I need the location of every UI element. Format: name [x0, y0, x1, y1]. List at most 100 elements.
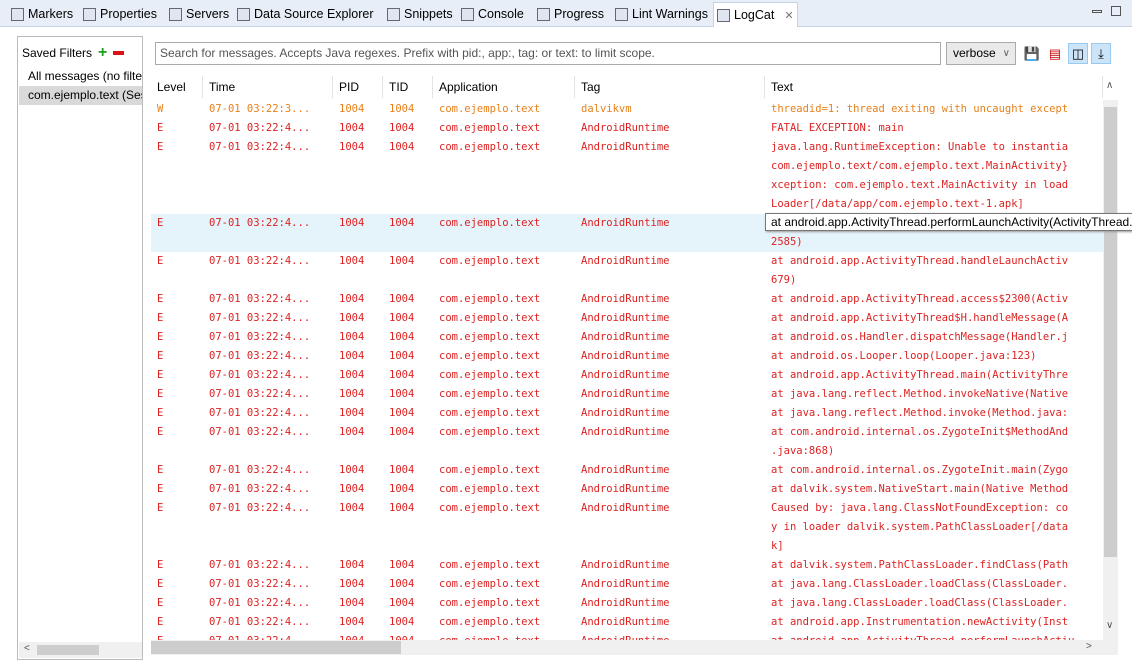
text-line: y in loader dalvik.system.PathClassLoade… — [771, 521, 1069, 533]
cell-level: E — [157, 350, 164, 362]
filters-horizontal-scrollbar[interactable]: < — [19, 642, 142, 658]
close-tab-icon[interactable]: ✕ — [784, 9, 793, 22]
cell-pid: 1004 — [339, 350, 365, 362]
remove-filter-icon[interactable] — [113, 51, 125, 55]
column-header-text[interactable]: Text — [765, 76, 1103, 98]
cell-app: com.ejemplo.text — [439, 388, 541, 400]
console-icon — [461, 7, 474, 21]
tab-lint-warnings[interactable]: Lint Warnings — [612, 3, 711, 25]
add-filter-icon[interactable]: + — [98, 44, 107, 62]
cell-time: 07-01 03:22:4... — [209, 632, 331, 640]
column-header-time[interactable]: Time — [203, 76, 333, 98]
filter-item-all[interactable]: All messages (no filters) — [19, 67, 142, 86]
text-line: at com.android.internal.os.ZygoteInit.ma… — [771, 464, 1069, 476]
text-line: threadid=1: thread exiting with uncaught… — [771, 103, 1069, 115]
log-row[interactable]: E 07-01 03:22:4... 1004 1004 com.ejemplo.tex… — [151, 385, 1103, 404]
cell-app: com.ejemplo.text — [439, 255, 541, 267]
log-row[interactable]: E 07-01 03:22:4... 1004 1004 com.ejemplo.tex… — [151, 366, 1103, 385]
cell-time: 07-01 03:22:4... — [209, 331, 311, 343]
cell-tag: AndroidRuntime — [581, 559, 670, 571]
text-line: at java.lang.ClassLoader.loadClass(Class… — [771, 578, 1069, 590]
tab-servers[interactable]: Servers — [166, 3, 232, 25]
cell-text: at android.app.ActivityThread.access$230… — [771, 290, 1103, 309]
cell-app: com.ejemplo.text — [439, 350, 541, 362]
cell-time: 07-01 03:22:4... — [209, 255, 311, 267]
cell-pid: 1004 — [339, 369, 365, 381]
column-header-application[interactable]: Application — [433, 76, 575, 98]
tab-markers[interactable]: Markers — [8, 3, 76, 25]
log-row[interactable]: E 07-01 03:22:4... 1004 1004 com.ejemplo.tex… — [151, 309, 1103, 328]
clear-log-icon[interactable]: ▤ — [1045, 43, 1065, 64]
cell-tid: 1004 — [389, 407, 415, 419]
column-header-tag[interactable]: Tag — [575, 76, 765, 98]
minimize-button[interactable] — [1092, 10, 1102, 13]
text-line: at com.android.internal.os.ZygoteInit$Me… — [771, 426, 1069, 438]
horizontal-scrollbar[interactable]: > — [151, 640, 1118, 655]
tab-label: Console — [478, 7, 524, 21]
cell-tid: 1004 — [389, 426, 415, 438]
cell-tag: AndroidRuntime — [581, 122, 670, 134]
cell-pid: 1004 — [339, 407, 365, 419]
log-row[interactable]: E 07-01 03:22:4... 1004 1004 com.ejemplo.tex… — [151, 575, 1103, 594]
log-row[interactable]: E 07-01 03:22:4... 1004 1004 com.ejemplo.tex… — [151, 480, 1103, 499]
cell-pid: 1004 — [339, 103, 365, 115]
cell-tid: 1004 — [389, 616, 415, 628]
toggle-filters-panel-icon[interactable]: ◫ — [1068, 43, 1088, 64]
log-row[interactable]: E 07-01 03:22:4... 1004 1004 com.ejemplo.tex… — [151, 613, 1103, 632]
tab-data-source-explorer[interactable]: Data Source Explorer — [234, 3, 377, 25]
cell-time: 07-01 03:22:4... — [209, 426, 311, 438]
column-header-pid[interactable]: PID — [333, 76, 383, 98]
vertical-scrollbar[interactable]: ∧ ∨ — [1103, 80, 1118, 640]
log-row[interactable]: E 07-01 03:22:4... 1004 1004 com.ejemplo.tex… — [151, 423, 1103, 461]
cell-time: 07-01 03:22:4... — [209, 312, 311, 324]
text-line: .java:868) — [771, 445, 835, 457]
filter-item-session[interactable]: com.ejemplo.text (Session Filter) — [19, 86, 142, 105]
log-row[interactable]: E 07-01 03:22:4... 1004 1004 com.ejemplo.tex… — [151, 119, 1103, 138]
cell-level: W — [157, 103, 164, 115]
cell-level: E — [157, 483, 164, 495]
save-icon[interactable]: 💾 — [1022, 43, 1042, 64]
column-header-level[interactable]: Level — [151, 76, 203, 98]
text-line: at android.app.Instrumentation.newActivi… — [771, 616, 1069, 628]
cell-time: 07-01 03:22:4... — [209, 369, 311, 381]
cell-level: E — [157, 578, 164, 590]
cell-tid: 1004 — [389, 141, 415, 153]
tab-properties[interactable]: Properties — [80, 3, 160, 25]
text-line: at dalvik.system.NativeStart.main(Native… — [771, 483, 1069, 495]
log-row[interactable]: E 07-01 03:22:4... 1004 1004 com.ejemplo.tex… — [151, 461, 1103, 480]
scroll-lock-icon[interactable]: ⤓ — [1091, 43, 1111, 64]
log-row[interactable]: E 07-01 03:22:4... 1004 1004 com.ejemplo.tex… — [151, 347, 1103, 366]
log-row[interactable]: E 07-01 03:22:4... 1004 1004 com.ejemplo.tex… — [151, 632, 1103, 640]
log-row[interactable]: E 07-01 03:22:4... 1004 1004 com.ejemplo.tex… — [151, 138, 1103, 214]
cell-app: com.ejemplo.text — [439, 426, 541, 438]
log-level-select[interactable]: verbose ∨ — [946, 42, 1016, 65]
tab-label: Snippets — [404, 7, 453, 21]
progress-icon — [537, 7, 550, 21]
cell-level: E — [157, 464, 164, 476]
cell-tid: 1004 — [389, 388, 415, 400]
log-row[interactable]: E 07-01 03:22:4... 1004 1004 com.ejemplo.tex… — [151, 404, 1103, 423]
log-row[interactable]: W 07-01 03:22:3... 1004 1004 com.ejemplo.tex… — [151, 100, 1103, 119]
tab-logcat[interactable]: LogCat ✕ — [713, 2, 798, 27]
tab-snippets[interactable]: Snippets — [384, 3, 456, 25]
cell-tid: 1004 — [389, 597, 415, 609]
column-header-tid[interactable]: TID — [383, 76, 433, 98]
log-row[interactable]: E 07-01 03:22:4... 1004 1004 com.ejemplo.tex… — [151, 328, 1103, 347]
text-line: xception: com.ejemplo.text.MainActivity … — [771, 179, 1069, 191]
tab-console[interactable]: Console — [458, 3, 527, 25]
log-row[interactable]: E 07-01 03:22:4... 1004 1004 com.ejemplo.tex… — [151, 499, 1103, 556]
cell-time: 07-01 03:22:3... — [209, 103, 311, 115]
log-level-value: verbose — [953, 46, 996, 60]
cell-text: at java.lang.ClassLoader.loadClass(Class… — [771, 575, 1103, 594]
tab-progress[interactable]: Progress — [534, 3, 607, 25]
search-input[interactable]: Search for messages. Accepts Java regexe… — [155, 42, 941, 65]
maximize-button[interactable] — [1111, 6, 1121, 16]
log-row[interactable]: E 07-01 03:22:4... 1004 1004 com.ejemplo.tex… — [151, 594, 1103, 613]
cell-tag: AndroidRuntime — [581, 331, 670, 343]
log-row[interactable]: E 07-01 03:22:4... 1004 1004 com.ejemplo.tex… — [151, 290, 1103, 309]
log-row[interactable]: E 07-01 03:22:4... 1004 1004 com.ejemplo.tex… — [151, 252, 1103, 290]
cell-pid: 1004 — [339, 122, 365, 134]
cell-level: E — [157, 407, 164, 419]
log-row[interactable]: E 07-01 03:22:4... 1004 1004 com.ejemplo.tex… — [151, 556, 1103, 575]
cell-time: 07-01 03:22:4... — [209, 483, 311, 495]
